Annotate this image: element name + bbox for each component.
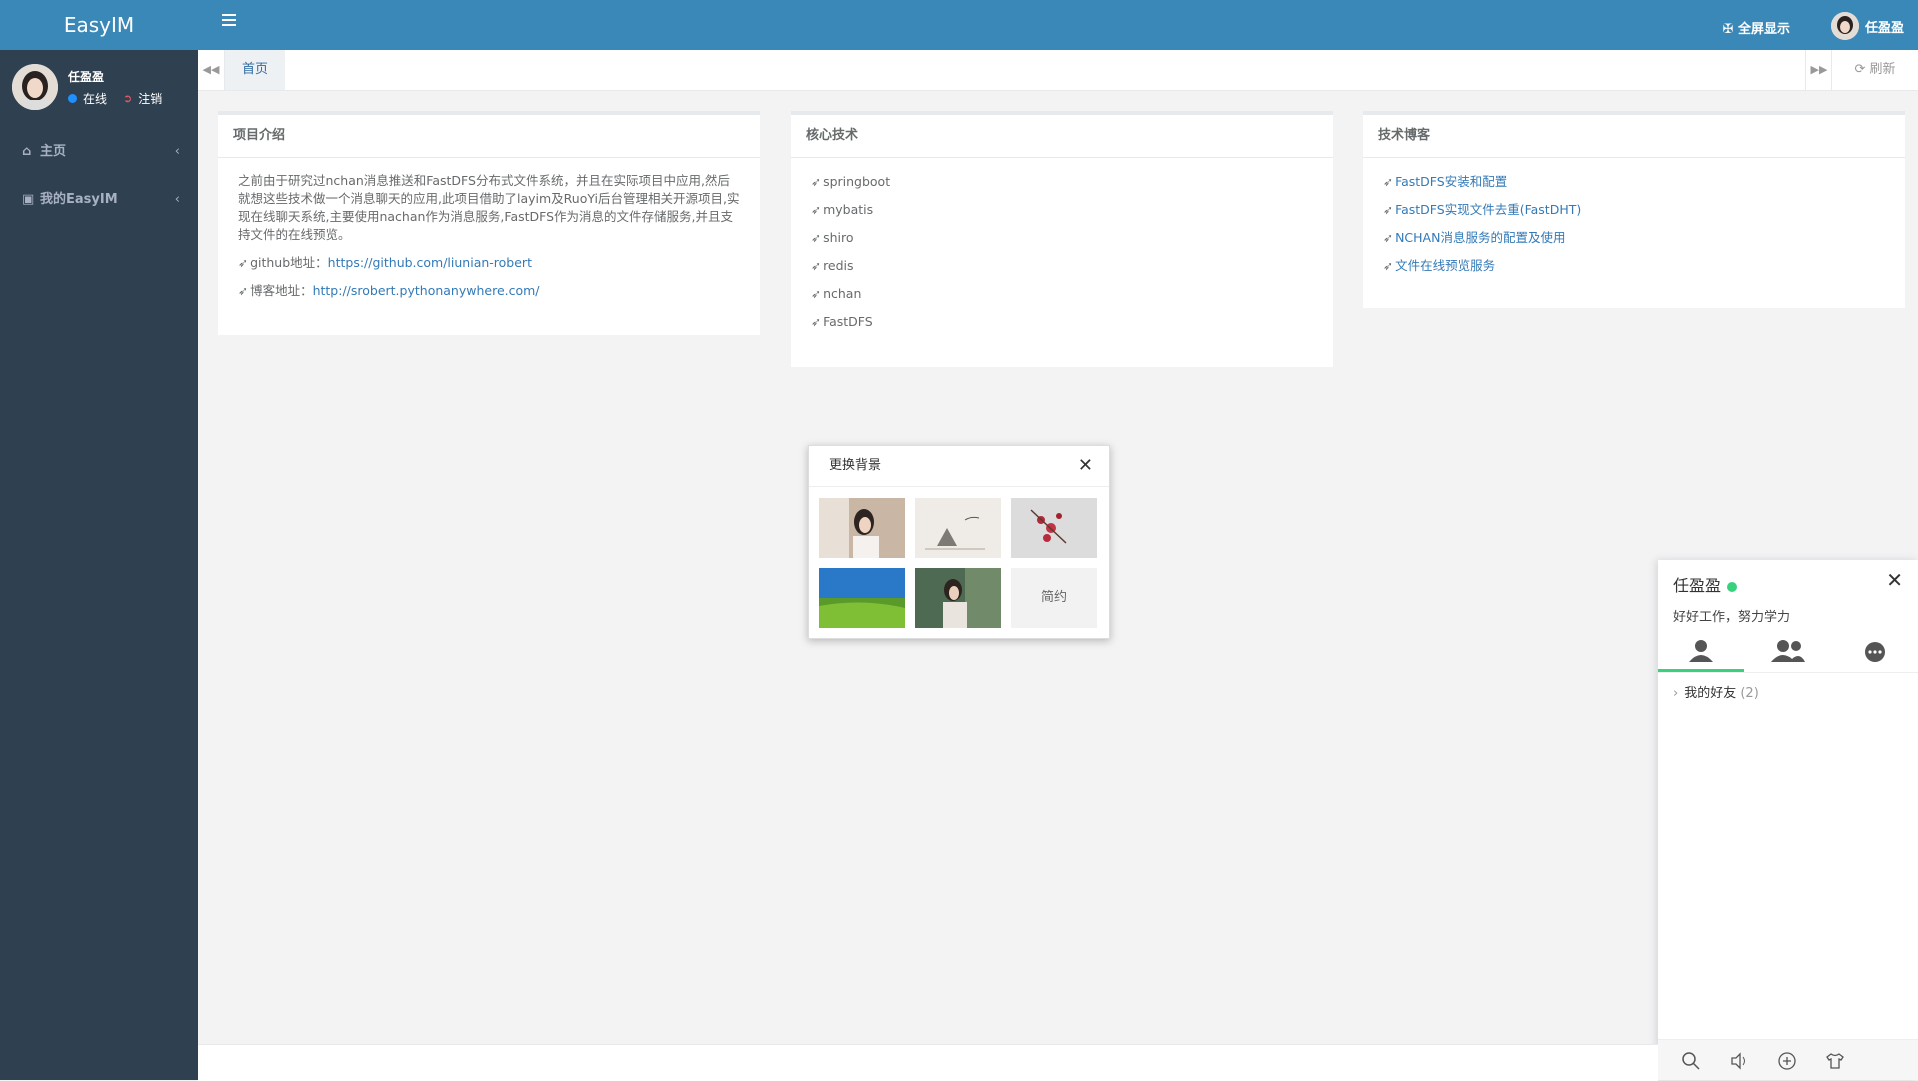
blog-link[interactable]: ➶ FastDFS实现文件去重(FastDHT) [1383,196,1885,224]
github-line: ➶ github地址：https://github.com/liunian-rob… [238,255,532,270]
close-icon[interactable]: ✕ [1078,446,1093,486]
sidebar-item-home[interactable]: ⌂ 主页 ‹ [0,128,198,176]
list-item: ➶ springboot [811,174,891,189]
sidebar-item-my-easyim[interactable]: ▣ 我的EasyIM ‹ [0,176,198,224]
online-status-icon [68,94,77,103]
user-profile: 任盈盈 在线 ➲ 注销 [0,50,198,128]
change-background-dialog: 更换背景 ✕ 简约 [808,445,1110,639]
add-icon[interactable] [1776,1050,1798,1072]
menu-toggle-icon[interactable] [222,14,236,29]
blog-line: ➶ 博客地址：http://srobert.pythonanywhere.com/ [238,283,540,298]
background-simple-option[interactable]: 简约 [1011,568,1097,628]
paper-plane-icon: ➶ [811,203,822,217]
top-navbar: ✠ 全屏显示 任盈盈 [198,0,1918,50]
logout-icon[interactable]: ➲ [123,92,132,105]
blog-link[interactable]: http://srobert.pythonanywhere.com/ [313,283,540,298]
background-thumbnail[interactable] [1011,498,1097,558]
blog-link[interactable]: ➶ 文件在线预览服务 [1383,252,1885,280]
paper-plane-icon: ➶ [811,259,822,273]
group-icon [1771,640,1805,662]
list-item: ➶ FastDFS [811,314,873,329]
chevron-right-icon: › [1673,686,1679,701]
tab-groups[interactable] [1745,632,1831,672]
tab-bar: ◀◀ 首页 ▶▶ ⟳ 刷新 [198,50,1918,91]
refresh-button[interactable]: ⟳ 刷新 [1831,50,1918,90]
chat-bubble-icon [1865,642,1885,662]
blog-link[interactable]: ➶ FastDFS安装和配置 [1383,168,1885,196]
sidebar: EasyIM 任盈盈 在线 ➲ 注销 ⌂ 主页 ‹ ▣ 我的EasyIM ‹ [0,0,198,1080]
paper-plane-icon: ➶ [1383,175,1394,189]
user-card-icon: ▣ [22,192,35,207]
panel-title: 项目介绍 [218,115,760,158]
tab-scroll-left-icon[interactable]: ◀◀ [198,50,225,90]
skin-icon[interactable] [1824,1050,1846,1072]
background-thumbnail[interactable] [819,568,905,628]
paper-plane-icon: ➶ [238,256,249,270]
panel-title: 核心技术 [791,115,1333,158]
paper-plane-icon: ➶ [238,284,249,298]
chat-panel: 任盈盈 ✕ 好好工作，努力学力 › 我的好友 (2) [1658,560,1918,1080]
paper-plane-icon: ➶ [1383,259,1394,273]
brand-logo: EasyIM [0,0,198,50]
search-icon[interactable] [1680,1050,1702,1072]
profile-name: 任盈盈 [68,70,105,84]
tab-history[interactable] [1832,632,1918,672]
blog-link[interactable]: ➶ NCHAN消息服务的配置及使用 [1383,224,1885,252]
paper-plane-icon: ➶ [1383,231,1394,245]
footer-bar [198,1044,1658,1081]
background-thumbnail[interactable] [915,498,1001,558]
online-dot-icon [1727,581,1738,592]
top-username: 任盈盈 [1864,20,1904,36]
sound-icon[interactable] [1728,1050,1750,1072]
chat-username: 任盈盈 [1673,572,1738,596]
list-item: ➶ nchan [811,286,862,301]
chat-signature[interactable]: 好好工作，努力学力 [1673,606,1790,625]
tech-panel: 核心技术 ➶ springboot ➶ mybatis ➶ shiro ➶ redis … [791,111,1333,367]
sidebar-item-label: 主页 [40,144,67,159]
expand-icon: ✠ [1722,22,1738,37]
top-user-menu[interactable]: 任盈盈 [1830,12,1904,40]
user-icon [1689,640,1713,662]
github-link[interactable]: https://github.com/liunian-robert [328,255,532,270]
avatar[interactable] [12,64,58,110]
list-item: ➶ mybatis [811,202,874,217]
list-item: ➶ redis [811,258,854,273]
panel-title: 技术博客 [1363,115,1905,158]
tab-scroll-right-icon[interactable]: ▶▶ [1805,50,1832,90]
chat-toolbar [1658,1039,1918,1080]
paper-plane-icon: ➶ [811,175,822,189]
blog-panel: 技术博客 ➶ FastDFS安装和配置 ➶ FastDFS实现文件去重(FastDH… [1363,111,1905,308]
friend-group[interactable]: › 我的好友 (2) [1673,682,1759,701]
refresh-icon: ⟳ [1854,62,1870,77]
intro-text: 之前由于研究过nchan消息推送和FastDFS分布式文件系统，并且在实际项目中… [238,173,740,242]
home-icon: ⌂ [22,144,32,159]
paper-plane-icon: ➶ [811,315,822,329]
paper-plane-icon: ➶ [1383,203,1394,217]
list-item: ➶ shiro [811,230,854,245]
paper-plane-icon: ➶ [811,231,822,245]
background-thumbnail[interactable] [819,498,905,558]
dialog-title: 更换背景 ✕ [809,446,1109,487]
avatar [1830,12,1859,40]
chat-tabs [1658,632,1918,673]
chevron-left-icon: ‹ [174,144,180,159]
profile-status: 在线 ➲ 注销 [68,90,162,107]
logout-link[interactable]: 注销 [138,90,162,107]
background-thumbnail[interactable] [915,568,1001,628]
online-status-label: 在线 [83,92,108,106]
intro-panel: 项目介绍 之前由于研究过nchan消息推送和FastDFS分布式文件系统，并且在… [218,111,760,335]
chevron-left-icon: ‹ [174,192,180,207]
paper-plane-icon: ➶ [811,287,822,301]
tab-home[interactable]: 首页 [225,50,285,90]
close-icon[interactable]: ✕ [1886,568,1903,592]
tab-friends[interactable] [1658,632,1744,672]
sidebar-item-label: 我的EasyIM [40,192,118,207]
fullscreen-button[interactable]: ✠ 全屏显示 [1723,18,1790,37]
